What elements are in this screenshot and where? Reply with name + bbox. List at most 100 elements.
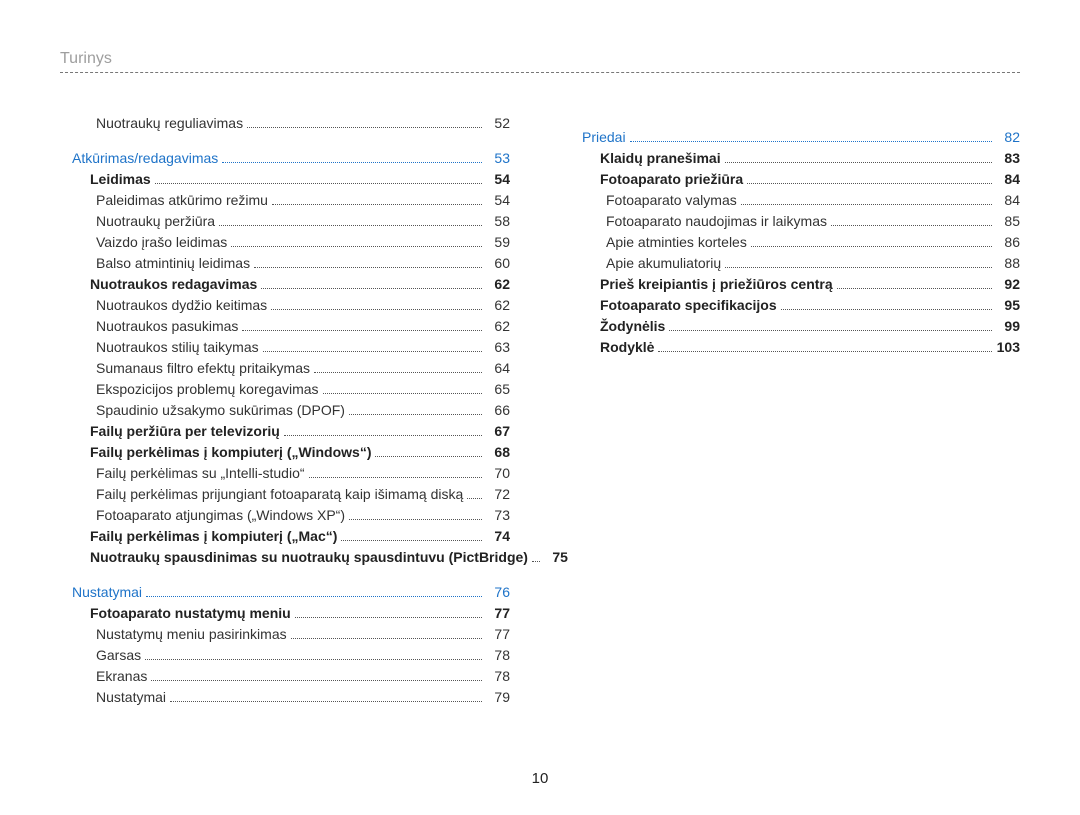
page-header: Turinys: [60, 50, 1020, 73]
toc-entry[interactable]: Klaidų pranešimai83: [570, 148, 1020, 169]
toc-label: Leidimas: [90, 169, 151, 190]
toc-entry[interactable]: Fotoaparato naudojimas ir laikymas 85: [570, 211, 1020, 232]
toc-entry[interactable]: Failų peržiūra per televizorių67: [60, 421, 510, 442]
toc-label: Nuotraukos pasukimas: [96, 316, 238, 337]
toc-page: 103: [996, 337, 1020, 358]
toc-entry[interactable]: Failų perkėlimas su „Intelli-studio“70: [60, 463, 510, 484]
toc-label: Žodynėlis: [600, 316, 665, 337]
toc-entry[interactable]: Priedai82: [570, 127, 1020, 148]
toc-entry[interactable]: Nuotraukų peržiūra 58: [60, 211, 510, 232]
toc-entry[interactable]: Apie atminties korteles 86: [570, 232, 1020, 253]
toc-entry[interactable]: Spaudinio užsakymo sukūrimas (DPOF)66: [60, 400, 510, 421]
toc-label: Fotoaparato naudojimas ir laikymas: [606, 211, 827, 232]
toc-entry[interactable]: Nustatymai76: [60, 582, 510, 603]
toc-entry[interactable]: Nuotraukų reguliavimas52: [60, 113, 510, 134]
toc-label: Nuotraukų peržiūra: [96, 211, 215, 232]
toc-leader: [309, 477, 482, 478]
toc-leader: [375, 456, 482, 457]
toc-page: 86: [996, 232, 1020, 253]
toc-entry[interactable]: Failų perkėlimas į kompiuterį („Mac“)74: [60, 526, 510, 547]
toc-entry[interactable]: Rodyklė103: [570, 337, 1020, 358]
toc-leader: [219, 225, 482, 226]
toc-leader: [467, 498, 482, 499]
toc-label: Nuotraukos stilių taikymas: [96, 337, 259, 358]
toc-entry[interactable]: Leidimas 54: [60, 169, 510, 190]
toc-entry[interactable]: Balso atmintinių leidimas 60: [60, 253, 510, 274]
toc-entry[interactable]: Žodynėlis99: [570, 316, 1020, 337]
toc-entry[interactable]: Prieš kreipiantis į priežiūros centrą 92: [570, 274, 1020, 295]
document-page: Turinys Nuotraukų reguliavimas52 Atkūrima…: [0, 0, 1080, 815]
toc-leader: [247, 127, 482, 128]
toc-page: 68: [486, 442, 510, 463]
toc-page: 64: [486, 358, 510, 379]
toc-page: 92: [996, 274, 1020, 295]
toc-leader: [725, 267, 992, 268]
toc-entry[interactable]: Vaizdo įrašo leidimas 59: [60, 232, 510, 253]
toc-entry[interactable]: Fotoaparato nustatymų meniu77: [60, 603, 510, 624]
toc-label: Apie atminties korteles: [606, 232, 747, 253]
toc-page: 62: [486, 274, 510, 295]
toc-page: 74: [486, 526, 510, 547]
toc-entry[interactable]: Sumanaus filtro efektų pritaikymas 64: [60, 358, 510, 379]
toc-label: Ekspozicijos problemų koregavimas: [96, 379, 319, 400]
toc-leader: [295, 617, 482, 618]
toc-label: Apie akumuliatorių: [606, 253, 721, 274]
toc-entry[interactable]: Fotoaparato valymas84: [570, 190, 1020, 211]
toc-entry[interactable]: Fotoaparato specifikacijos95: [570, 295, 1020, 316]
toc-entry[interactable]: Fotoaparato atjungimas („Windows XP“)73: [60, 505, 510, 526]
toc-leader: [630, 141, 992, 142]
toc-page: 65: [486, 379, 510, 400]
toc-page: 54: [486, 190, 510, 211]
toc-page: 85: [996, 211, 1020, 232]
toc-label: Fotoaparato priežiūra: [600, 169, 743, 190]
toc-label: Nuotraukos dydžio keitimas: [96, 295, 267, 316]
toc-page: 84: [996, 190, 1020, 211]
page-number: 10: [0, 770, 1080, 787]
toc-leader: [155, 183, 482, 184]
toc-page: 72: [486, 484, 510, 505]
toc-entry[interactable]: Fotoaparato priežiūra84: [570, 169, 1020, 190]
toc-page: 82: [996, 127, 1020, 148]
toc-entry[interactable]: Failų perkėlimas į kompiuterį („Windows“…: [60, 442, 510, 463]
toc-leader: [261, 288, 482, 289]
toc-leader: [145, 659, 482, 660]
toc-page: 54: [486, 169, 510, 190]
toc-entry[interactable]: Nuotraukos pasukimas62: [60, 316, 510, 337]
toc-page: 59: [486, 232, 510, 253]
toc-label: Failų perkėlimas į kompiuterį („Windows“…: [90, 442, 371, 463]
toc-leader: [658, 351, 992, 352]
toc-label: Prieš kreipiantis į priežiūros centrą: [600, 274, 833, 295]
toc-entry[interactable]: Nustatymai79: [60, 687, 510, 708]
toc-leader: [254, 267, 482, 268]
toc-page: 58: [486, 211, 510, 232]
toc-label: Vaizdo įrašo leidimas: [96, 232, 227, 253]
toc-page: 88: [996, 253, 1020, 274]
toc-entry[interactable]: Nuotraukos dydžio keitimas62: [60, 295, 510, 316]
toc-page: 52: [486, 113, 510, 134]
toc-page: 60: [486, 253, 510, 274]
toc-entry[interactable]: Ekspozicijos problemų koregavimas 65: [60, 379, 510, 400]
toc-entry[interactable]: Ekranas78: [60, 666, 510, 687]
toc-page: 83: [996, 148, 1020, 169]
toc-leader: [349, 519, 482, 520]
toc-leader: [725, 162, 992, 163]
toc-label: Ekranas: [96, 666, 147, 687]
toc-label: Garsas: [96, 645, 141, 666]
toc-entry[interactable]: Garsas78: [60, 645, 510, 666]
toc-entry[interactable]: Apie akumuliatorių 88: [570, 253, 1020, 274]
toc-entry[interactable]: Paleidimas atkūrimo režimu54: [60, 190, 510, 211]
toc-entry[interactable]: Nuotraukos stilių taikymas63: [60, 337, 510, 358]
toc-label: Nuotraukos redagavimas: [90, 274, 257, 295]
toc-label: Fotoaparato atjungimas („Windows XP“): [96, 505, 345, 526]
toc-entry[interactable]: Nuotraukos redagavimas 62: [60, 274, 510, 295]
toc-entry[interactable]: Failų perkėlimas prijungiant fotoaparatą…: [60, 484, 510, 505]
toc-page: 76: [486, 582, 510, 603]
toc-label: Sumanaus filtro efektų pritaikymas: [96, 358, 310, 379]
toc-page: 70: [486, 463, 510, 484]
toc-entry[interactable]: Atkūrimas/redagavimas 53: [60, 148, 510, 169]
toc-entry[interactable]: Nuotraukų spausdinimas su nuotraukų spau…: [60, 547, 510, 568]
toc-page: 53: [486, 148, 510, 169]
toc-label: Balso atmintinių leidimas: [96, 253, 250, 274]
toc-label: Atkūrimas/redagavimas: [72, 148, 218, 169]
toc-entry[interactable]: Nustatymų meniu pasirinkimas77: [60, 624, 510, 645]
